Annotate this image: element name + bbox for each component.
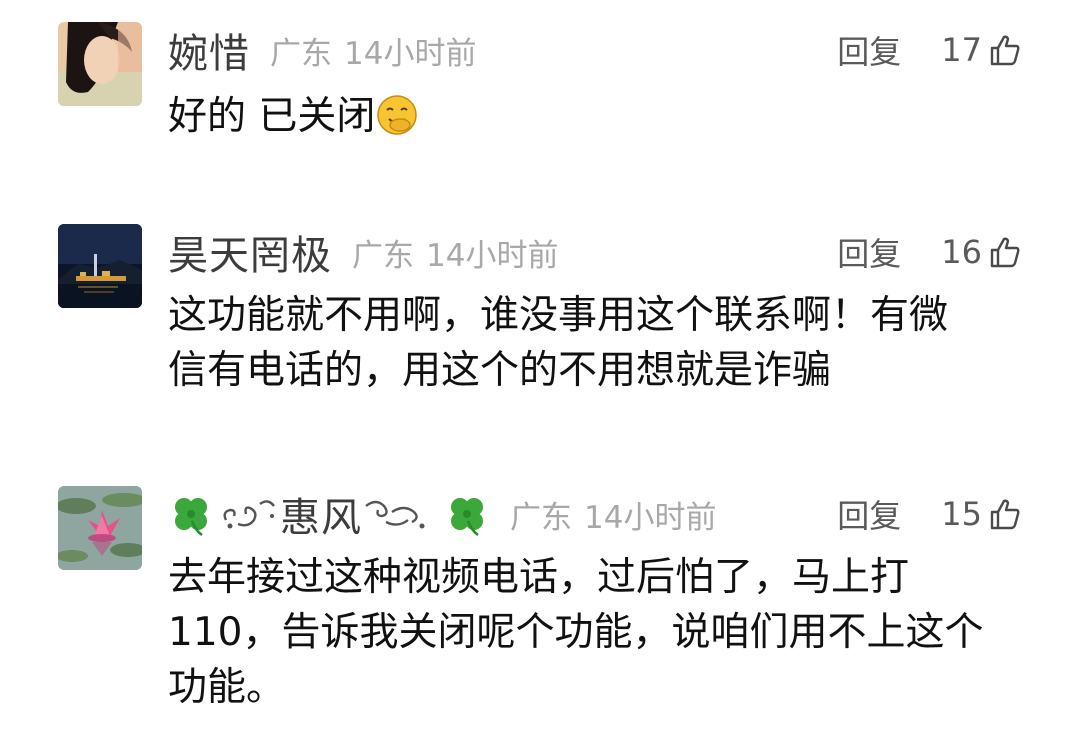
avatar-image (58, 224, 142, 308)
comment-text: 这功能就不用啊，谁没事用这个联系啊！有微 信有电话的，用这个的不用想就是诈骗 (168, 288, 1028, 398)
reply-button[interactable]: 回复 (837, 27, 901, 73)
comment-item: 婉惜 广东 14小时前 回复 17 好的 已关闭 (0, 0, 1080, 200)
comment-actions: 回复 17 (837, 20, 1022, 80)
like-count: 16 (941, 233, 982, 271)
swirl-decoration-icon (220, 494, 280, 534)
username-text: 惠风 (280, 495, 362, 541)
like-count: 17 (941, 31, 982, 69)
location-label: 广东 (352, 237, 414, 274)
four-leaf-clover-icon (444, 491, 490, 537)
avatar[interactable] (58, 224, 142, 308)
comment-text-line: 信有电话的，用这个的不用想就是诈骗 (168, 348, 832, 393)
comment-text-line: 好的 已关闭 (168, 94, 376, 139)
timestamp: 14小时前 (344, 35, 477, 72)
comment-text-line: 110，告诉我关闭呢个功能，说咱们用不上这个 (168, 610, 984, 655)
username[interactable]: 惠风 (168, 485, 490, 543)
comment-text-line: 去年接过这种视频电话，过后怕了，马上打 (168, 555, 910, 600)
reply-button[interactable]: 回复 (837, 491, 901, 537)
like-count: 15 (941, 495, 982, 533)
thumbs-up-icon[interactable] (988, 235, 1022, 269)
comment-item: 昊天罔极 广东 14小时前 回复 16 这功能就不用啊，谁没事用这个联系啊！有微… (0, 200, 1080, 460)
four-leaf-clover-icon (168, 491, 214, 537)
avatar[interactable] (58, 22, 142, 106)
comment-meta: 婉惜 广东 14小时前 (168, 20, 476, 80)
location-label: 广东 (510, 499, 572, 536)
comment-item: 惠风 广东 14小时前 回复 15 去年接过这种视频电话，过后怕了，马上打 11… (0, 460, 1080, 739)
avatar[interactable] (58, 486, 142, 570)
comment-text: 去年接过这种视频电话，过后怕了，马上打 110，告诉我关闭呢个功能，说咱们用不上… (168, 550, 1028, 715)
timestamp: 14小时前 (584, 499, 717, 536)
username[interactable]: 昊天罔极 (168, 223, 332, 281)
comment-actions: 回复 16 (837, 222, 1022, 282)
swirl-decoration-icon (362, 494, 428, 534)
comment-meta: 惠风 广东 14小时前 (168, 484, 716, 544)
thumbs-up-icon[interactable] (988, 33, 1022, 67)
comment-text: 好的 已关闭 (168, 89, 1028, 144)
timestamp: 14小时前 (426, 237, 559, 274)
smiling-face-with-hand-emoji-icon (375, 93, 419, 137)
reply-button[interactable]: 回复 (837, 229, 901, 275)
avatar-image (58, 22, 142, 106)
thumbs-up-icon[interactable] (988, 497, 1022, 531)
location-label: 广东 (270, 35, 332, 72)
avatar-image (58, 486, 142, 570)
comment-text-line: 这功能就不用啊，谁没事用这个联系啊！有微 (168, 293, 949, 338)
username[interactable]: 婉惜 (168, 21, 250, 79)
comment-actions: 回复 15 (837, 484, 1022, 544)
comment-text-line: 功能。 (168, 665, 286, 710)
comment-meta: 昊天罔极 广东 14小时前 (168, 222, 558, 282)
